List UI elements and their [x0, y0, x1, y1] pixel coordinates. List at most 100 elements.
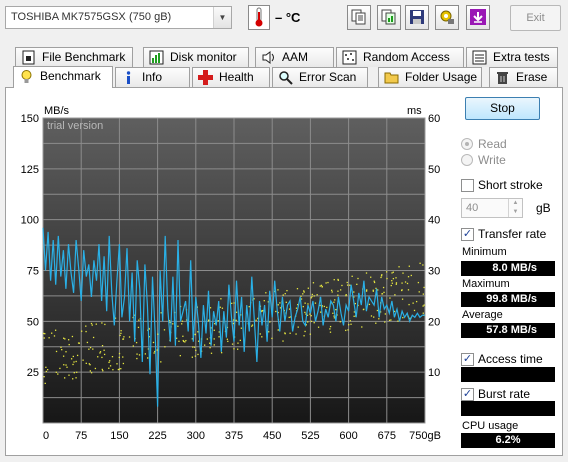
access-time-dot — [329, 328, 331, 330]
access-time-dot — [160, 361, 162, 363]
access-time-dot — [217, 320, 219, 322]
access-time-dot — [354, 302, 357, 305]
access-time-dot — [412, 302, 414, 304]
access-time-dot — [73, 372, 75, 374]
right-axis-unit: ms — [407, 105, 422, 117]
access-time-dot — [316, 294, 318, 296]
access-time-dot — [240, 327, 243, 329]
access-time-dot — [120, 368, 122, 370]
access-time-dot — [123, 336, 125, 338]
transfer-rate-checkbox[interactable]: ✓ Transfer rate — [461, 227, 546, 241]
burst-rate-checkbox[interactable]: ✓ Burst rate — [461, 387, 530, 401]
access-time-dot — [341, 284, 343, 287]
access-time-dot — [179, 354, 181, 357]
access-time-dot — [365, 290, 368, 292]
access-time-dot — [373, 280, 375, 282]
access-time-dot — [138, 319, 140, 321]
access-time-dot — [284, 332, 286, 334]
radio-dot[interactable] — [461, 138, 473, 150]
access-time-dot — [259, 333, 261, 335]
burst-rate-label: Burst rate — [478, 387, 531, 401]
access-time-dot — [122, 356, 124, 358]
access-time-dot — [404, 281, 407, 283]
access-time-dot — [172, 323, 174, 325]
x-tick-label: 525 — [301, 430, 319, 442]
checkmark-icon[interactable]: ✓ — [461, 388, 474, 401]
access-time-dot — [71, 335, 74, 338]
access-time-dot — [337, 290, 339, 292]
access-time-dot — [349, 284, 351, 286]
access-time-dot — [101, 356, 103, 359]
access-time-dot — [48, 337, 50, 339]
x-tick-label: 675 — [378, 430, 396, 442]
access-time-dot — [132, 345, 134, 347]
access-time-dot — [327, 281, 329, 284]
tab-benchmark[interactable]: Benchmark — [13, 66, 113, 88]
access-time-dot — [231, 343, 234, 345]
access-time-dot — [68, 374, 70, 376]
spin-up-icon[interactable]: ▲ — [508, 199, 522, 208]
access-time-dot — [99, 351, 102, 353]
access-time-dot — [163, 329, 166, 331]
access-time-dot — [339, 321, 341, 323]
access-time-dot — [103, 349, 105, 351]
access-time-dot — [329, 325, 332, 328]
access-time-dot — [333, 279, 335, 281]
stop-button[interactable]: Stop — [465, 97, 540, 120]
spin-down-icon[interactable]: ▼ — [508, 208, 522, 217]
x-tick-label: 600 — [339, 430, 357, 442]
read-radio[interactable]: Read — [461, 137, 507, 151]
access-time-dot — [391, 280, 393, 282]
minimum-label: Minimum — [462, 246, 507, 258]
access-time-dot — [302, 293, 304, 295]
access-time-dot — [197, 340, 200, 342]
access-time-dot — [410, 274, 412, 277]
access-time-dot — [297, 326, 299, 328]
access-time-dot — [184, 341, 186, 343]
access-time-dot — [94, 367, 97, 370]
access-time-dot — [331, 291, 333, 293]
access-time-dot — [209, 346, 211, 349]
access-time-dot — [407, 289, 410, 291]
access-time-dot — [325, 282, 327, 284]
access-time-dot — [271, 337, 273, 340]
access-time-dot — [227, 340, 229, 343]
short-stroke-checkbox[interactable]: Short stroke — [461, 178, 543, 192]
access-time-dot — [310, 320, 313, 323]
checkbox-box[interactable] — [461, 179, 474, 192]
x-tick-label: 150 — [110, 430, 128, 442]
right-tick-label: 60 — [428, 113, 440, 125]
access-time-dot — [208, 320, 210, 322]
access-time-dot — [373, 281, 376, 284]
access-time-dot — [392, 277, 395, 280]
access-time-dot — [384, 321, 386, 323]
access-time-dot — [82, 359, 84, 361]
access-time-dot — [197, 331, 199, 333]
checkmark-icon[interactable]: ✓ — [461, 228, 474, 241]
access-time-dot — [406, 282, 409, 285]
access-time-dot — [43, 376, 45, 378]
short-stroke-spinner[interactable]: 40 ▲ ▼ — [461, 198, 523, 218]
access-time-dot — [321, 285, 323, 288]
right-axis-ticks: 10 20 30 40 50 60 — [428, 113, 440, 379]
access-time-dot — [235, 319, 237, 321]
right-tick-label: 20 — [428, 316, 440, 328]
access-time-checkbox[interactable]: ✓ Access time — [461, 352, 543, 366]
write-radio[interactable]: Write — [461, 153, 506, 167]
access-time-dot — [206, 338, 208, 340]
access-time-dot — [178, 340, 180, 342]
access-time-dot — [365, 272, 368, 274]
access-time-dot — [389, 297, 391, 299]
checkmark-icon[interactable]: ✓ — [461, 353, 474, 366]
access-time-dot — [307, 303, 309, 305]
access-time-dot — [81, 330, 83, 332]
access-time-dot — [314, 302, 317, 304]
minimum-value: 8.0 MB/s — [461, 261, 555, 276]
short-stroke-label: Short stroke — [478, 178, 543, 192]
radio-dot[interactable] — [461, 154, 473, 166]
access-time-dot — [233, 302, 235, 304]
access-time-dot — [309, 333, 311, 335]
access-time-dot — [378, 318, 380, 320]
lightbulb-icon — [21, 70, 32, 83]
access-time-dot — [304, 311, 306, 314]
